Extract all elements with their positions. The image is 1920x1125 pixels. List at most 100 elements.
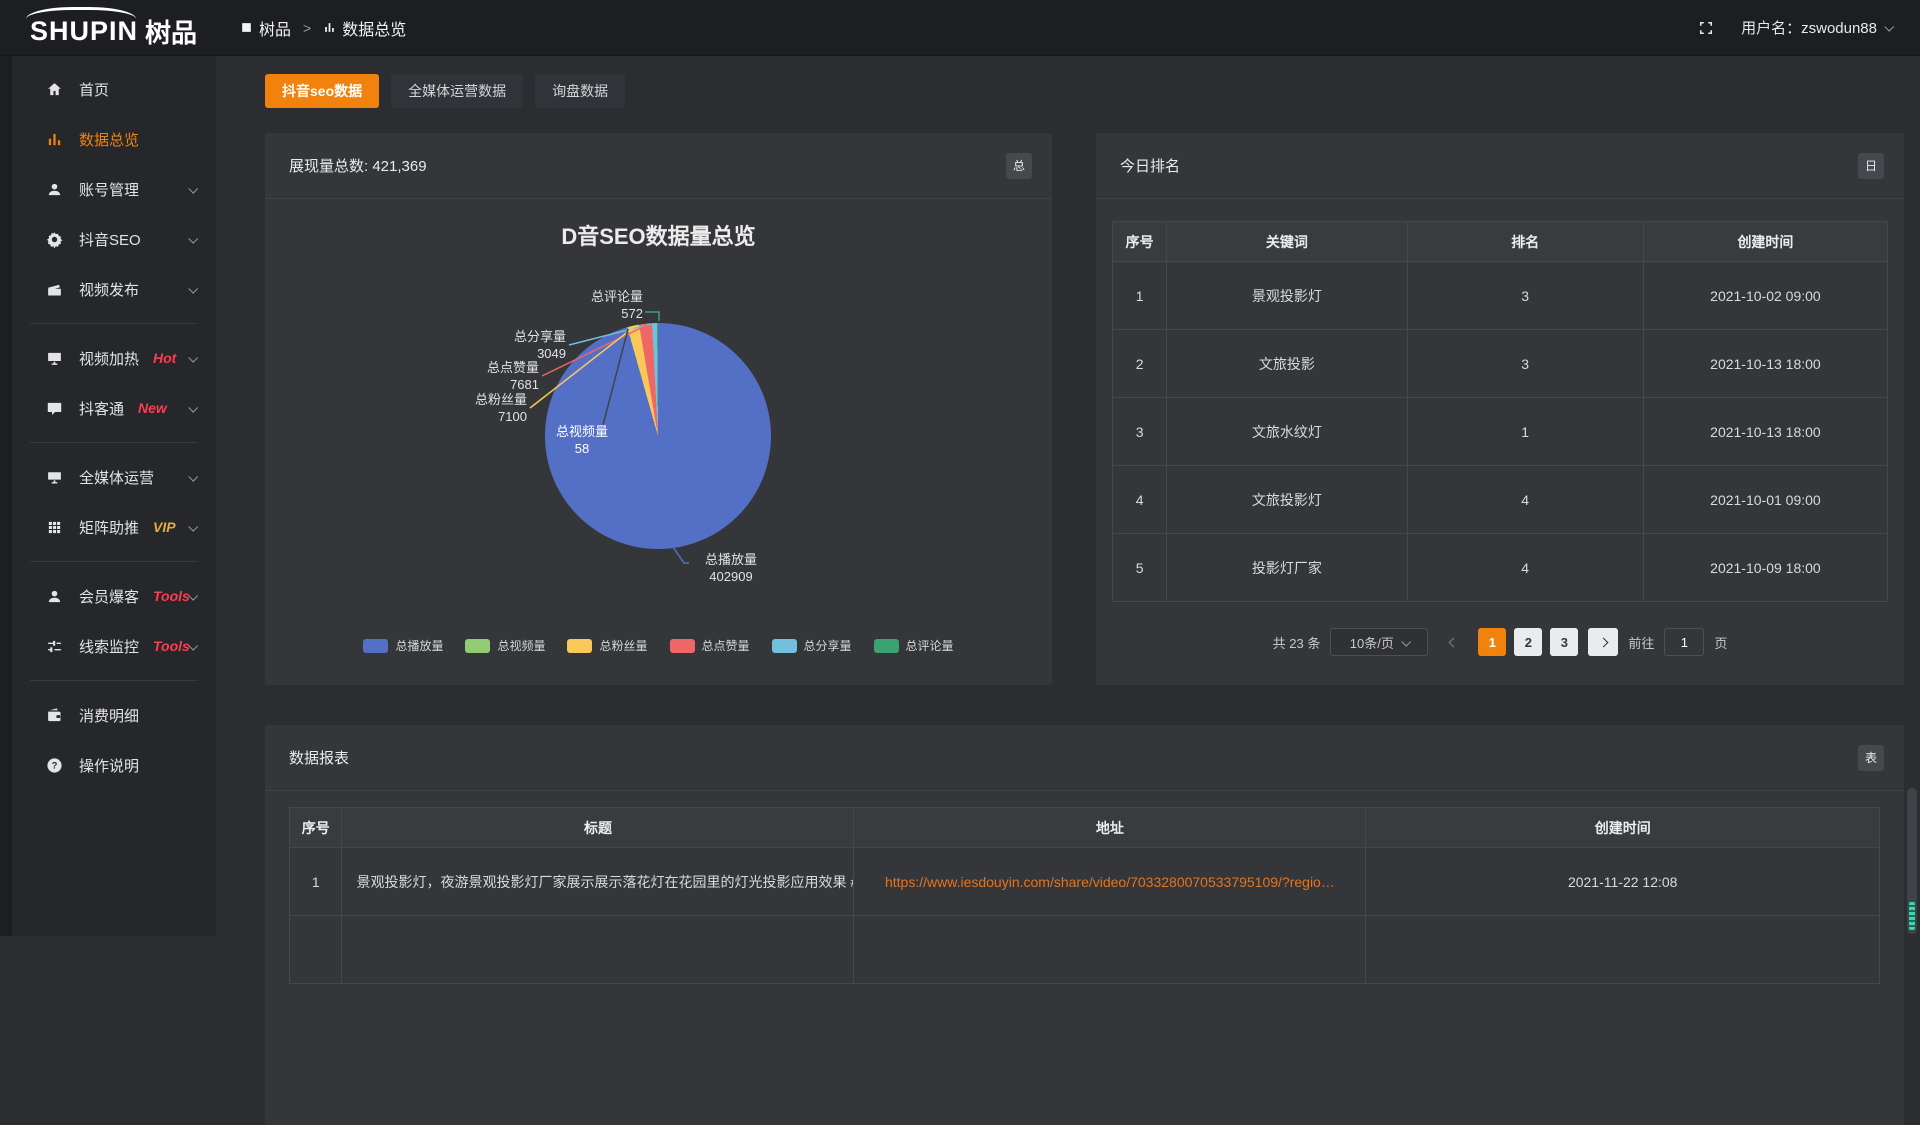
chart-icon <box>46 131 63 148</box>
sidebar-item-douyin-seo[interactable]: 抖音SEO <box>12 214 216 264</box>
sidebar-item-badge: Hot <box>153 350 176 366</box>
chevron-down-icon <box>188 233 198 243</box>
table-cell: 1 <box>1407 398 1643 466</box>
legend-label: 总播放量 <box>395 637 443 654</box>
ranking-table: 序号关键词排名创建时间 1景观投影灯32021-10-02 09:002文旅投影3… <box>1112 221 1888 602</box>
legend-swatch <box>465 639 490 653</box>
page-size-select[interactable]: 10条/页 <box>1330 628 1428 656</box>
video-link[interactable]: https://www.iesdouyin.com/share/video/70… <box>885 874 1335 890</box>
pie-callout-lines <box>265 199 1052 684</box>
table-cell: 投影灯厂家 <box>1167 534 1407 602</box>
sidebar-item-video-publish[interactable]: 视频发布 <box>12 264 216 314</box>
legend-item[interactable]: 总粉丝量 <box>567 637 647 654</box>
logo-arc-decoration <box>26 7 136 19</box>
pie-label-name: 总播放量 <box>691 551 771 568</box>
svg-text:?: ? <box>52 760 58 770</box>
monitor-icon <box>46 469 63 486</box>
scrollbar-thumb[interactable] <box>1907 788 1917 934</box>
pie-label-value: 402909 <box>691 568 771 585</box>
sidebar-item-label: 首页 <box>79 79 109 100</box>
pie-label-name: 总分享量 <box>476 328 566 345</box>
table-header-row: 序号关键词排名创建时间 <box>1113 222 1888 262</box>
chevron-down-icon <box>188 471 198 481</box>
sidebar-item-clue-monitor[interactable]: 线索监控Tools <box>12 621 216 671</box>
tab-inquiry-data[interactable]: 询盘数据 <box>535 74 625 108</box>
sidebar-item-label: 全媒体运营 <box>79 467 154 488</box>
page-button-1[interactable]: 1 <box>1478 628 1506 656</box>
column-header: 标题 <box>342 808 854 848</box>
header-right: 用户名：zswodun88 <box>1697 17 1920 38</box>
chart-panel-corner-button[interactable]: 总 <box>1006 153 1032 179</box>
chevron-down-icon <box>188 402 198 412</box>
sidebar-item-consumption-detail[interactable]: 消费明细 <box>12 690 216 740</box>
legend-item[interactable]: 总分享量 <box>772 637 852 654</box>
table-row: 1景观投影灯，夜游景观投影灯厂家展示展示落花灯在花园里的灯光投影应用效果 #ht… <box>290 848 1880 916</box>
table-cell: 2021-10-02 09:00 <box>1643 262 1887 330</box>
sidebar-divider <box>30 323 198 324</box>
table-cell: 2 <box>1113 330 1167 398</box>
logo: SHUPIN 树品 <box>0 5 216 50</box>
sidebar-item-matrix-boost[interactable]: 矩阵助推VIP <box>12 502 216 552</box>
sidebar-item-badge: Tools <box>153 638 190 654</box>
sidebar-item-label: 抖音SEO <box>79 229 141 250</box>
sidebar-item-video-heat[interactable]: 视频加热Hot <box>12 333 216 383</box>
table-cell: 2021-10-13 18:00 <box>1643 330 1887 398</box>
home-icon <box>46 81 63 98</box>
legend-item[interactable]: 总播放量 <box>363 637 443 654</box>
chart-panel: 展现量总数: 421,369 总 D音SEO数据量总览 总评论量 572 <box>265 133 1052 685</box>
goto-page-input[interactable] <box>1664 628 1704 656</box>
breadcrumb-item-current[interactable]: 数据总览 <box>323 16 406 40</box>
sidebar-item-data-overview[interactable]: 数据总览 <box>12 114 216 164</box>
sidebar-item-member-baoke[interactable]: 会员爆客Tools <box>12 571 216 621</box>
legend-item[interactable]: 总评论量 <box>874 637 954 654</box>
table-row <box>290 916 1880 984</box>
sidebar-item-douketong[interactable]: 抖客通New <box>12 383 216 433</box>
ranking-panel-header: 今日排名 日 <box>1096 133 1904 199</box>
video-icon <box>46 281 63 298</box>
sidebar-item-account-management[interactable]: 账号管理 <box>12 164 216 214</box>
screen-icon <box>46 350 63 367</box>
panels-row: 展现量总数: 421,369 总 D音SEO数据量总览 总评论量 572 <box>265 133 1904 685</box>
chevron-down-icon <box>1884 22 1894 32</box>
sidebar-item-label: 数据总览 <box>79 129 139 150</box>
gear-icon <box>46 231 63 248</box>
table-cell: 景观投影灯 <box>1167 262 1407 330</box>
pie-label-name: 总评论量 <box>553 288 643 305</box>
legend-label: 总评论量 <box>906 637 954 654</box>
page-button-3[interactable]: 3 <box>1550 628 1578 656</box>
sidebar-item-label: 操作说明 <box>79 755 139 776</box>
prev-page-button[interactable] <box>1438 628 1468 656</box>
pie-label-total-fans: 总粉丝量 7100 <box>437 391 527 425</box>
legend-item[interactable]: 总点赞量 <box>670 637 750 654</box>
tab-media-operation-data[interactable]: 全媒体运营数据 <box>391 74 523 108</box>
pagination-total: 共 23 条 <box>1273 633 1321 652</box>
chevron-left-icon <box>1448 637 1458 647</box>
ranking-panel-corner-button[interactable]: 日 <box>1858 153 1884 179</box>
goto-label: 前往 <box>1628 633 1654 652</box>
legend-item[interactable]: 总视频量 <box>465 637 545 654</box>
bar-chart-icon <box>323 21 336 34</box>
table-header-row: 序号标题地址创建时间 <box>290 808 1880 848</box>
member-icon <box>46 588 63 605</box>
sidebar-item-media-operation[interactable]: 全媒体运营 <box>12 452 216 502</box>
sidebar-nav: 首页数据总览账号管理抖音SEO 视频发布视频加热Hot抖客通New 全媒体运营矩阵助… <box>12 64 216 790</box>
form-icon <box>240 21 253 34</box>
table-row: 2文旅投影32021-10-13 18:00 <box>1113 330 1888 398</box>
report-panel-corner-button[interactable]: 表 <box>1858 745 1884 771</box>
fullscreen-icon[interactable] <box>1697 19 1715 37</box>
user-menu[interactable]: 用户名：zswodun88 <box>1741 17 1892 38</box>
pie-chart-area: D音SEO数据量总览 总评论量 572 总分享量 3049 <box>265 199 1052 684</box>
table-cell: 2021-10-01 09:00 <box>1643 466 1887 534</box>
page-button-2[interactable]: 2 <box>1514 628 1542 656</box>
next-page-button[interactable] <box>1588 628 1618 656</box>
sidebar-item-label: 消费明细 <box>79 705 139 726</box>
chevron-down-icon <box>188 352 198 362</box>
chevron-down-icon <box>188 283 198 293</box>
tab-douyin-seo-data[interactable]: 抖音seo数据 <box>265 74 379 108</box>
pie-label-value: 572 <box>553 305 643 322</box>
table-cell: 3 <box>1407 262 1643 330</box>
breadcrumb-item-home[interactable]: 树品 <box>240 16 291 40</box>
sidebar-item-home[interactable]: 首页 <box>12 64 216 114</box>
sidebar-item-operation-guide[interactable]: ? 操作说明 <box>12 740 216 790</box>
legend-swatch <box>874 639 899 653</box>
